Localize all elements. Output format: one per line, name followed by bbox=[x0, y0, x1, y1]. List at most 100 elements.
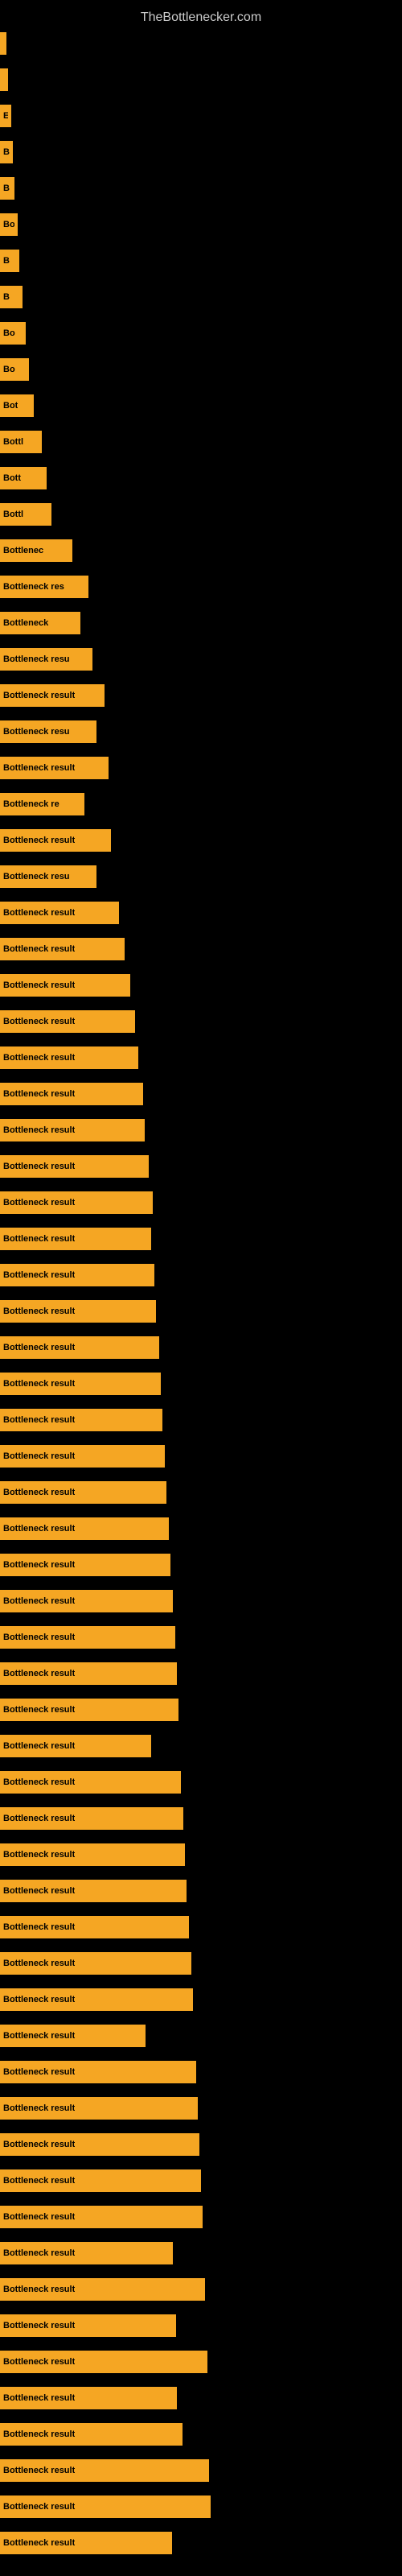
bar-label-15: Bottleneck res bbox=[3, 582, 64, 592]
bar-0 bbox=[0, 32, 6, 55]
bar-row-60: Bottleneck result bbox=[0, 2206, 203, 2228]
bar-8: Bo bbox=[0, 322, 26, 345]
bar-label-16: Bottleneck bbox=[3, 618, 48, 628]
bar-21: Bottleneck re bbox=[0, 793, 84, 815]
bar-label-11: Bottl bbox=[3, 437, 23, 447]
bar-row-13: Bottl bbox=[0, 503, 51, 526]
bar-label-20: Bottleneck result bbox=[3, 763, 75, 773]
bar-row-1 bbox=[0, 68, 8, 91]
bar-label-48: Bottleneck result bbox=[3, 1777, 75, 1787]
bar-29: Bottleneck result bbox=[0, 1083, 143, 1105]
bar-label-56: Bottleneck result bbox=[3, 2067, 75, 2077]
bar-label-30: Bottleneck result bbox=[3, 1125, 75, 1135]
bar-row-68: Bottleneck result bbox=[0, 2496, 211, 2518]
bar-row-44: Bottleneck result bbox=[0, 1626, 175, 1649]
bar-row-27: Bottleneck result bbox=[0, 1010, 135, 1033]
bar-68: Bottleneck result bbox=[0, 2496, 211, 2518]
bar-45: Bottleneck result bbox=[0, 1662, 177, 1685]
bar-35: Bottleneck result bbox=[0, 1300, 156, 1323]
bar-67: Bottleneck result bbox=[0, 2459, 209, 2482]
bar-row-0 bbox=[0, 32, 6, 55]
bar-row-19: Bottleneck resu bbox=[0, 720, 96, 743]
bar-row-37: Bottleneck result bbox=[0, 1373, 161, 1395]
bar-row-2: E bbox=[0, 105, 11, 127]
bar-row-29: Bottleneck result bbox=[0, 1083, 143, 1105]
bar-label-62: Bottleneck result bbox=[3, 2285, 75, 2294]
bar-label-13: Bottl bbox=[3, 510, 23, 519]
bar-row-66: Bottleneck result bbox=[0, 2423, 183, 2446]
bar-7: B bbox=[0, 286, 23, 308]
bar-row-32: Bottleneck result bbox=[0, 1191, 153, 1214]
bar-label-39: Bottleneck result bbox=[3, 1451, 75, 1461]
bar-57: Bottleneck result bbox=[0, 2097, 198, 2120]
bar-row-39: Bottleneck result bbox=[0, 1445, 165, 1468]
bar-11: Bottl bbox=[0, 431, 42, 453]
bar-48: Bottleneck result bbox=[0, 1771, 181, 1794]
bar-label-44: Bottleneck result bbox=[3, 1633, 75, 1642]
bar-43: Bottleneck result bbox=[0, 1590, 173, 1612]
bar-row-10: Bot bbox=[0, 394, 34, 417]
bar-label-66: Bottleneck result bbox=[3, 2429, 75, 2439]
bar-row-35: Bottleneck result bbox=[0, 1300, 156, 1323]
bar-label-28: Bottleneck result bbox=[3, 1053, 75, 1063]
bar-64: Bottleneck result bbox=[0, 2351, 207, 2373]
bar-row-17: Bottleneck resu bbox=[0, 648, 92, 671]
bar-label-49: Bottleneck result bbox=[3, 1814, 75, 1823]
bar-label-68: Bottleneck result bbox=[3, 2502, 75, 2512]
bar-label-46: Bottleneck result bbox=[3, 1705, 75, 1715]
bar-24: Bottleneck result bbox=[0, 902, 119, 924]
bar-10: Bot bbox=[0, 394, 34, 417]
bar-row-62: Bottleneck result bbox=[0, 2278, 205, 2301]
bar-label-50: Bottleneck result bbox=[3, 1850, 75, 1860]
bar-39: Bottleneck result bbox=[0, 1445, 165, 1468]
bar-row-49: Bottleneck result bbox=[0, 1807, 183, 1830]
bar-60: Bottleneck result bbox=[0, 2206, 203, 2228]
bar-36: Bottleneck result bbox=[0, 1336, 159, 1359]
bar-label-63: Bottleneck result bbox=[3, 2321, 75, 2330]
bar-44: Bottleneck result bbox=[0, 1626, 175, 1649]
bar-56: Bottleneck result bbox=[0, 2061, 196, 2083]
bar-3: B bbox=[0, 141, 13, 163]
bar-label-21: Bottleneck re bbox=[3, 799, 59, 809]
bar-label-53: Bottleneck result bbox=[3, 1959, 75, 1968]
bar-label-54: Bottleneck result bbox=[3, 1995, 75, 2004]
bar-label-57: Bottleneck result bbox=[3, 2103, 75, 2113]
bar-label-10: Bot bbox=[3, 401, 18, 411]
bar-65: Bottleneck result bbox=[0, 2387, 177, 2409]
bar-row-61: Bottleneck result bbox=[0, 2242, 173, 2264]
bar-2: E bbox=[0, 105, 11, 127]
bar-label-19: Bottleneck resu bbox=[3, 727, 70, 737]
bar-row-42: Bottleneck result bbox=[0, 1554, 170, 1576]
bar-label-61: Bottleneck result bbox=[3, 2248, 75, 2258]
bar-label-64: Bottleneck result bbox=[3, 2357, 75, 2367]
bar-25: Bottleneck result bbox=[0, 938, 125, 960]
bar-row-15: Bottleneck res bbox=[0, 576, 88, 598]
bar-row-47: Bottleneck result bbox=[0, 1735, 151, 1757]
bar-label-23: Bottleneck resu bbox=[3, 872, 70, 881]
bar-6: B bbox=[0, 250, 19, 272]
bar-label-52: Bottleneck result bbox=[3, 1922, 75, 1932]
bar-label-4: B bbox=[3, 184, 10, 193]
bar-row-50: Bottleneck result bbox=[0, 1843, 185, 1866]
bar-row-69: Bottleneck result bbox=[0, 2532, 172, 2554]
bar-row-54: Bottleneck result bbox=[0, 1988, 193, 2011]
bar-row-38: Bottleneck result bbox=[0, 1409, 162, 1431]
bar-12: Bott bbox=[0, 467, 47, 489]
bar-label-58: Bottleneck result bbox=[3, 2140, 75, 2149]
bar-label-32: Bottleneck result bbox=[3, 1198, 75, 1208]
bar-label-29: Bottleneck result bbox=[3, 1089, 75, 1099]
bar-label-55: Bottleneck result bbox=[3, 2031, 75, 2041]
bar-16: Bottleneck bbox=[0, 612, 80, 634]
bar-label-17: Bottleneck resu bbox=[3, 654, 70, 664]
bar-label-22: Bottleneck result bbox=[3, 836, 75, 845]
bar-label-51: Bottleneck result bbox=[3, 1886, 75, 1896]
bar-4: B bbox=[0, 177, 14, 200]
bar-49: Bottleneck result bbox=[0, 1807, 183, 1830]
bar-label-24: Bottleneck result bbox=[3, 908, 75, 918]
bar-row-53: Bottleneck result bbox=[0, 1952, 191, 1975]
bar-22: Bottleneck result bbox=[0, 829, 111, 852]
bar-row-34: Bottleneck result bbox=[0, 1264, 154, 1286]
bar-row-55: Bottleneck result bbox=[0, 2025, 146, 2047]
bar-row-57: Bottleneck result bbox=[0, 2097, 198, 2120]
bar-row-18: Bottleneck result bbox=[0, 684, 105, 707]
